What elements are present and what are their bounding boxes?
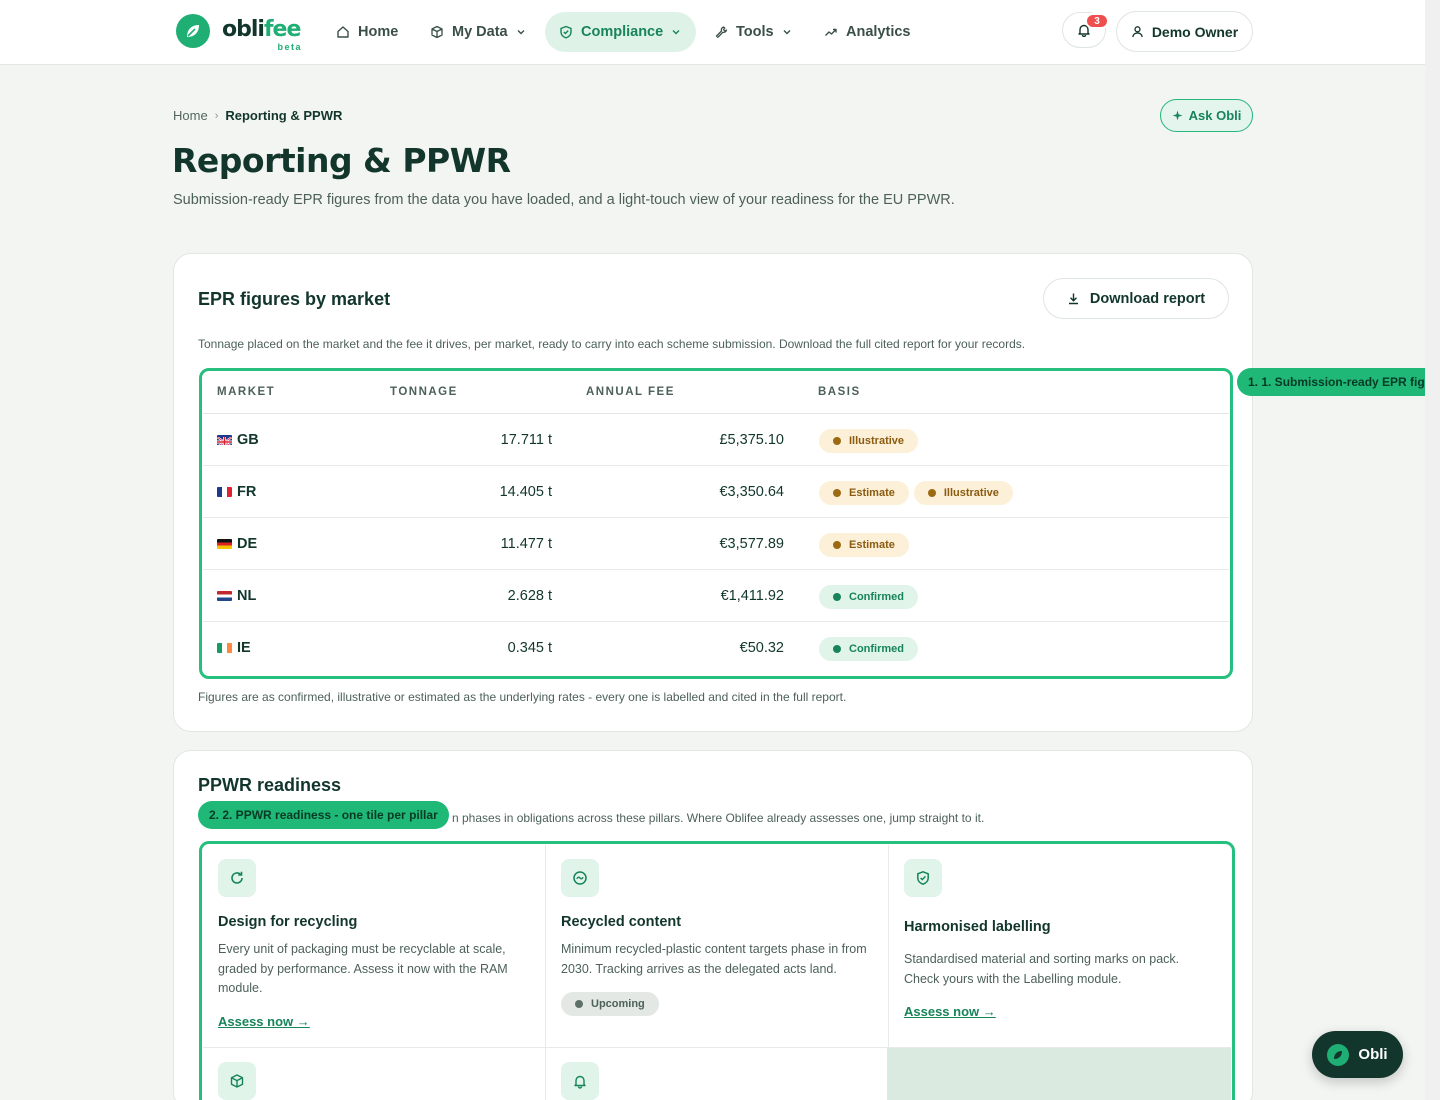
ppwr-card-description: n phases in obligations across these pil… bbox=[452, 811, 985, 825]
home-icon bbox=[337, 26, 349, 38]
top-nav: oblifee beta Home My Data Compliance Too… bbox=[0, 0, 1425, 65]
brand-name-a: obli bbox=[222, 17, 265, 42]
download-icon bbox=[1068, 293, 1078, 305]
chevron-down-icon bbox=[783, 30, 791, 35]
notification-count-badge: 3 bbox=[1085, 13, 1109, 29]
download-report-button[interactable]: Download report bbox=[1043, 278, 1229, 319]
nav-home-label: Home bbox=[358, 24, 399, 40]
breadcrumb: Home › Reporting & PPWR bbox=[173, 108, 342, 123]
user-menu-button[interactable]: Demo Owner bbox=[1116, 11, 1253, 52]
page-title: Reporting & PPWR bbox=[172, 141, 511, 180]
nav-my-data[interactable]: My Data bbox=[416, 12, 540, 52]
nav-analytics-label: Analytics bbox=[846, 24, 911, 40]
brand-logo[interactable]: oblifee beta bbox=[176, 14, 302, 52]
page-scrollbar[interactable] bbox=[1425, 0, 1440, 1100]
brand-name-b: fee bbox=[263, 17, 301, 42]
trend-icon bbox=[825, 28, 837, 36]
download-report-label: Download report bbox=[1089, 290, 1206, 307]
tour-step-2-tag[interactable]: 2. 2. PPWR readiness - one tile per pill… bbox=[198, 801, 449, 829]
ppwr-card-title: PPWR readiness bbox=[198, 775, 342, 795]
nav-tools[interactable]: Tools bbox=[700, 12, 806, 52]
nav-tools-label: Tools bbox=[736, 24, 774, 40]
nav-home[interactable]: Home bbox=[322, 12, 412, 52]
epr-footnote: Figures are as confirmed, illustrative o… bbox=[198, 690, 847, 704]
epr-figures-card: EPR figures by market Download report To… bbox=[173, 253, 1253, 732]
nav-compliance[interactable]: Compliance bbox=[545, 12, 696, 52]
wrench-icon bbox=[715, 26, 728, 38]
nav-compliance-label: Compliance bbox=[581, 24, 664, 40]
user-icon bbox=[1131, 26, 1143, 38]
nav-my-data-label: My Data bbox=[452, 24, 508, 40]
leaf-icon bbox=[176, 14, 210, 48]
shield-icon bbox=[560, 25, 572, 39]
ppwr-readiness-card: PPWR readiness n phases in obligations a… bbox=[173, 750, 1253, 1100]
ask-obli-label: Ask Obli bbox=[1188, 108, 1242, 123]
user-name: Demo Owner bbox=[1151, 23, 1239, 40]
epr-card-title: EPR figures by market bbox=[198, 289, 391, 309]
breadcrumb-separator: › bbox=[214, 109, 219, 122]
cube-icon bbox=[431, 25, 443, 39]
page-subtitle: Submission-ready EPR figures from the da… bbox=[173, 192, 955, 208]
leaf-icon bbox=[1327, 1043, 1350, 1066]
ask-obli-button[interactable]: Ask Obli bbox=[1160, 99, 1253, 132]
obli-chat-label: Obli bbox=[1358, 1046, 1388, 1063]
tour-highlight-ppwr bbox=[199, 841, 1235, 1100]
breadcrumb-home[interactable]: Home bbox=[173, 108, 208, 123]
chevron-down-icon bbox=[672, 30, 680, 35]
sparkle-icon bbox=[1172, 110, 1183, 121]
obli-chat-button[interactable]: Obli bbox=[1312, 1031, 1403, 1078]
epr-card-description: Tonnage placed on the market and the fee… bbox=[198, 337, 1026, 351]
tour-highlight-epr bbox=[199, 368, 1233, 679]
beta-badge: beta bbox=[277, 42, 302, 52]
breadcrumb-current: Reporting & PPWR bbox=[225, 108, 343, 123]
tour-step-1-tag[interactable]: 1. 1. Submission-ready EPR fig bbox=[1237, 368, 1425, 396]
chevron-down-icon bbox=[517, 30, 525, 35]
nav-analytics[interactable]: Analytics bbox=[810, 12, 924, 52]
